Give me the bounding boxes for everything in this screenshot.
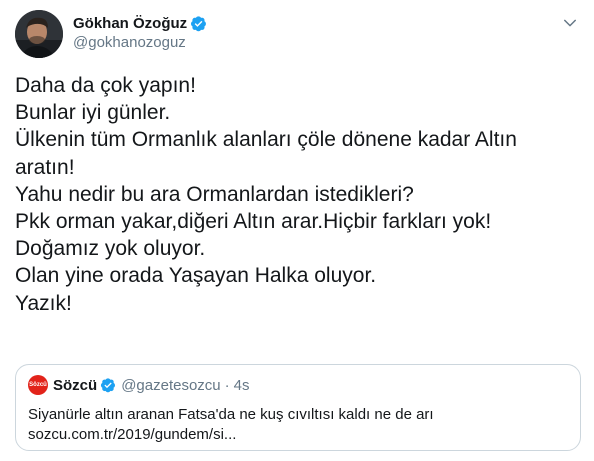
quoted-tweet-body: Siyanürle altın aranan Fatsa'da ne kuş c…	[28, 405, 434, 445]
tweet-card: Gökhan Özoğuz @gokhanozoguz Daha da çok …	[0, 0, 594, 461]
author-name-row: Gökhan Özoğuz	[73, 13, 207, 33]
tweet-line: aratın!	[15, 155, 75, 179]
tweet-line: Doğamız yok oluyor.	[15, 237, 206, 261]
quoted-handle[interactable]: @gazetesozcu	[121, 377, 220, 394]
tweet-line: Ülkenin tüm Ormanlık alanları çöle dönen…	[15, 128, 517, 152]
quoted-timestamp[interactable]: 4s	[234, 377, 250, 394]
tweet-line: Yahu nedir bu ara Ormanlardan istedikler…	[15, 182, 414, 206]
quoted-tweet-header: Sözcü Sözcü @gazetesozcu · 4s	[28, 375, 249, 395]
tweet-text: Daha da çok yapın! Bunlar iyi günler. Ül…	[15, 72, 575, 317]
author-handle[interactable]: @gokhanozoguz	[73, 34, 186, 51]
avatar-photo-icon	[15, 10, 63, 58]
separator-dot: ·	[224, 376, 230, 394]
author-avatar[interactable]	[15, 10, 63, 58]
verified-badge-icon	[190, 15, 207, 32]
sozcu-logo-icon: Sözcü	[28, 375, 48, 395]
quoted-tweet-link[interactable]: sozcu.com.tr/2019/gundem/si...	[28, 425, 434, 445]
tweet-line: Olan yine orada Yaşayan Halka oluyor.	[15, 264, 377, 288]
tweet-menu-button[interactable]	[561, 14, 579, 32]
tweet-line: Daha da çok yapın!	[15, 74, 196, 97]
quoted-tweet-text: Siyanürle altın aranan Fatsa'da ne kuş c…	[28, 406, 434, 423]
tweet-line: Pkk orman yakar,diğeri Altın arar.Hiçbir…	[15, 210, 492, 234]
chevron-down-icon	[564, 19, 576, 27]
tweet-line: Yazık!	[15, 291, 72, 315]
quoted-display-name[interactable]: Sözcü	[53, 377, 97, 394]
tweet-line: Bunlar iyi günler.	[15, 101, 171, 125]
verified-badge-icon	[100, 377, 116, 393]
author-display-name[interactable]: Gökhan Özoğuz	[73, 15, 187, 32]
quoted-tweet[interactable]: Sözcü Sözcü @gazetesozcu · 4s Siyanürle …	[15, 364, 581, 451]
